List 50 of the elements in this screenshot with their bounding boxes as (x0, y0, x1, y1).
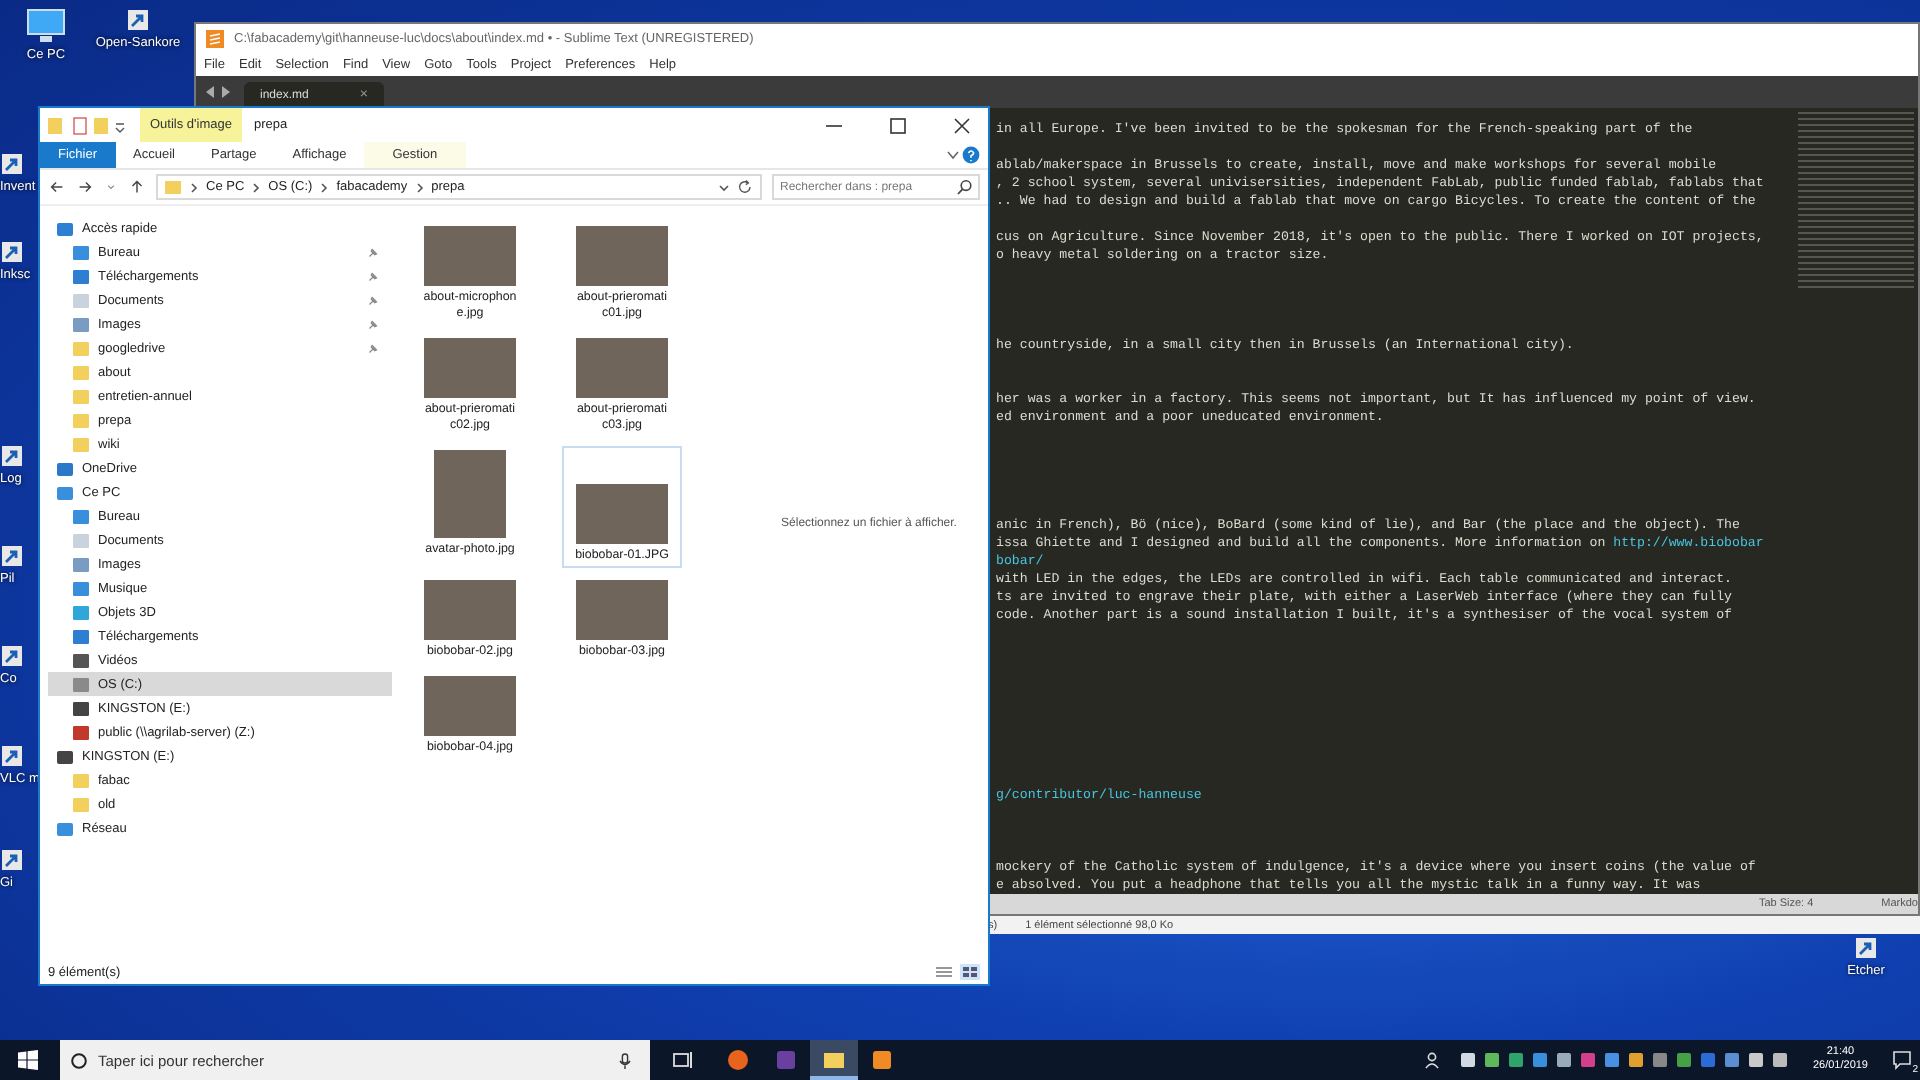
photo-placeholder (434, 450, 506, 538)
refresh-icon[interactable] (736, 178, 754, 196)
app-icon (774, 1048, 798, 1072)
help-icon[interactable] (962, 146, 980, 164)
pin-icon[interactable] (366, 317, 380, 331)
caret-icon[interactable] (944, 146, 962, 164)
pin-icon[interactable] (366, 341, 380, 355)
shortcut-icon[interactable] (0, 240, 24, 264)
photo-placeholder (576, 338, 668, 398)
caret-icon[interactable] (718, 179, 730, 195)
pin-icon[interactable] (366, 245, 380, 259)
details-view-icon[interactable] (934, 964, 954, 980)
pin-icon[interactable] (366, 293, 380, 307)
folder-icon (164, 178, 182, 196)
speech-bubble-icon (1892, 1050, 1912, 1070)
chevron-icon[interactable] (188, 179, 200, 195)
people-icon[interactable] (1424, 1050, 1445, 1070)
shortcut-icon[interactable] (0, 444, 24, 468)
pin-icon[interactable] (366, 269, 380, 283)
photo-placeholder (424, 676, 516, 736)
shortcut-icon[interactable] (0, 152, 24, 176)
photo-placeholder (576, 580, 668, 640)
shortcut-icon[interactable] (126, 8, 150, 32)
shortcut-icon[interactable] (0, 644, 24, 668)
shortcut-icon[interactable] (1854, 936, 1878, 960)
windows-logo-icon[interactable] (18, 1050, 38, 1070)
maximize-icon[interactable] (888, 115, 908, 135)
forward-arrow-icon[interactable] (76, 178, 94, 196)
back-arrow-icon[interactable] (48, 178, 66, 196)
chevron-icon[interactable] (318, 179, 331, 195)
taskbar-app-button[interactable] (810, 1040, 858, 1080)
task-view-icon[interactable] (670, 1048, 694, 1072)
shortcut-icon[interactable] (0, 848, 24, 872)
close-icon[interactable] (952, 115, 972, 135)
photo-placeholder (576, 484, 668, 544)
shortcut-icon[interactable] (0, 544, 24, 568)
microphone-icon[interactable] (616, 1051, 634, 1069)
tab-arrows-icon[interactable] (204, 86, 232, 98)
photo-placeholder (424, 226, 516, 286)
shortcut-icon[interactable] (0, 744, 24, 768)
search-icon[interactable] (956, 178, 974, 196)
cortana-circle-icon (70, 1051, 88, 1069)
thumbnails-view-icon[interactable] (960, 964, 980, 980)
folder-icon (822, 1048, 846, 1072)
up-arrow-icon[interactable] (128, 178, 146, 196)
photo-placeholder (576, 226, 668, 286)
photo-placeholder (424, 580, 516, 640)
chevron-icon[interactable] (250, 179, 263, 195)
photo-placeholder (424, 338, 516, 398)
chevron-icon[interactable] (413, 179, 426, 195)
